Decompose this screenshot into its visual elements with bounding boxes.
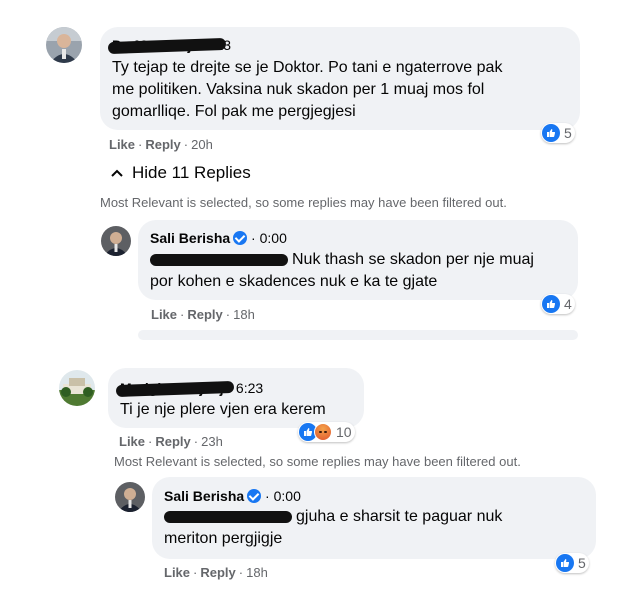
reply2-reactions[interactable]: 5 [555, 553, 589, 573]
reply1-author[interactable]: Sali Berisha [150, 230, 230, 246]
reply2-like-button[interactable]: Like [164, 565, 190, 580]
reply1-reply-button[interactable]: Reply [187, 307, 222, 322]
reply1-avatar[interactable] [101, 226, 131, 256]
comment1-text-line-3: gomarlliqe. Fol pak me pergjegjesi [112, 103, 356, 120]
reply2-text-line-2: meriton pergjigje [164, 530, 283, 547]
chevron-up-icon [111, 169, 123, 177]
comment1-reply-button[interactable]: Reply [145, 137, 180, 152]
reply2-avatar[interactable] [115, 482, 145, 512]
reply1-dot: · [251, 230, 256, 246]
comment1-age[interactable]: 20h [191, 137, 213, 152]
like-reaction-icon [556, 554, 574, 572]
reply2-text-line-1-content: gjuha e sharsit te paguar nuk [296, 508, 503, 525]
reply2-mention-redaction [164, 510, 292, 523]
comment1-text: Ty tejap te drejte se je Doktor. Po tani… [112, 57, 572, 123]
comment1-text-line-1: Ty tejap te drejte se je Doktor. Po tani… [112, 59, 503, 76]
reply2-dot: · [265, 488, 270, 504]
reply1-text-line-1-content: Nuk thash se skadon per nje muaj [292, 251, 534, 268]
comment2-avatar[interactable] [59, 370, 95, 406]
comment1-avatar[interactable] [46, 27, 82, 63]
hide-replies-label: Hide 11 Replies [132, 163, 251, 182]
comment2-reply-button[interactable]: Reply [155, 434, 190, 449]
comment2-text: Ti je nje plere vjen era kerem [120, 401, 326, 418]
comment1-actions: Like · Reply · 20h [109, 137, 213, 152]
comment2-time[interactable]: 6:23 [236, 380, 263, 396]
reply1-mention-redaction [150, 253, 288, 266]
next-reply-bubble-stub [138, 330, 578, 340]
comment2-reaction-count: 10 [336, 424, 352, 440]
reply1-text-line-1: Nuk thash se skadon per nje muaj [150, 249, 570, 271]
reply1-text: Nuk thash se skadon per nje muaj por koh… [150, 249, 570, 293]
angry-reaction-icon [314, 423, 332, 441]
hide-replies-button[interactable]: Hide 11 Replies [110, 163, 251, 183]
reply2-author[interactable]: Sali Berisha [164, 488, 244, 504]
comment2-age[interactable]: 23h [201, 434, 223, 449]
reply2-text-line-1: gjuha e sharsit te paguar nuk [164, 506, 584, 528]
comment2-reactions[interactable]: 10 [298, 422, 355, 442]
reply1-text-line-2: por kohen e skadences nuk e ka te gjate [150, 273, 438, 290]
comment2-like-button[interactable]: Like [119, 434, 145, 449]
reply2-actions: Like · Reply · 18h [164, 565, 268, 580]
reply2-reply-button[interactable]: Reply [200, 565, 235, 580]
reply2-age[interactable]: 18h [246, 565, 268, 580]
filter-note-2: Most Relevant is selected, so some repli… [114, 454, 521, 469]
like-reaction-icon [542, 124, 560, 142]
comment1-like-button[interactable]: Like [109, 137, 135, 152]
comment1-reaction-count: 5 [564, 125, 572, 141]
comment1-reactions[interactable]: 5 [541, 123, 575, 143]
reply2-author-line: Sali Berisha · 0:00 [164, 488, 301, 504]
filter-note-1: Most Relevant is selected, so some repli… [100, 195, 507, 210]
reply1-age[interactable]: 18h [233, 307, 255, 322]
reply2-time[interactable]: 0:00 [274, 488, 301, 504]
like-reaction-icon [542, 295, 560, 313]
reply1-like-button[interactable]: Like [151, 307, 177, 322]
reply2-text: gjuha e sharsit te paguar nuk meriton pe… [164, 506, 584, 550]
verified-badge-icon [247, 489, 262, 503]
reply1-time[interactable]: 0:00 [260, 230, 287, 246]
comment1-text-line-2: me politiken. Vaksina nuk skadon per 1 m… [112, 81, 485, 98]
verified-badge-icon [233, 231, 248, 245]
reply1-reaction-count: 4 [564, 296, 572, 312]
comment2-actions: Like · Reply · 23h [119, 434, 223, 449]
reply2-reaction-count: 5 [578, 555, 586, 571]
reply1-reactions[interactable]: 4 [541, 294, 575, 314]
reply1-actions: Like · Reply · 18h [151, 307, 255, 322]
reply1-author-line: Sali Berisha · 0:00 [150, 230, 287, 246]
